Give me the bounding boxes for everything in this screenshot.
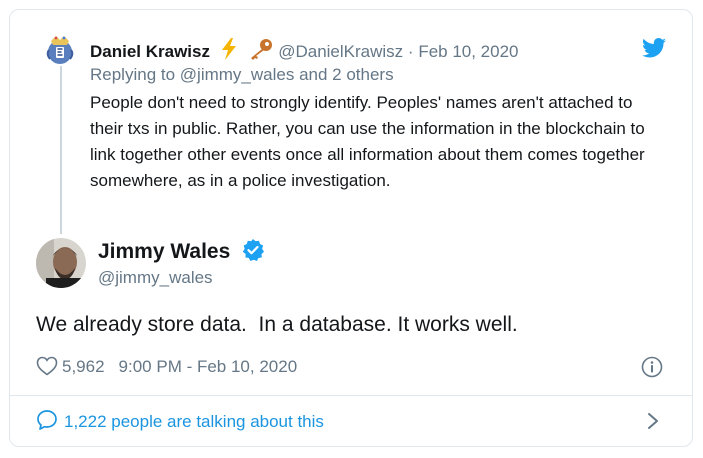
conversation-count-label[interactable]: 1,222 people are talking about this bbox=[64, 412, 324, 431]
twitter-bird-icon[interactable] bbox=[642, 38, 666, 58]
info-circle-icon[interactable] bbox=[641, 356, 663, 378]
avatar-photo bbox=[36, 238, 86, 288]
footer-divider bbox=[10, 395, 692, 396]
main-author-name[interactable]: Jimmy Wales bbox=[98, 240, 230, 263]
reply-date-link[interactable]: Feb 10, 2020 bbox=[418, 42, 518, 61]
jimmy-wales-avatar[interactable] bbox=[36, 238, 86, 288]
heart-outline-icon[interactable] bbox=[36, 356, 58, 376]
tweet-timestamp[interactable]: 9:00 PM - Feb 10, 2020 bbox=[119, 357, 298, 376]
verified-badge-icon bbox=[242, 239, 265, 261]
lightning-emoji-icon bbox=[221, 38, 236, 60]
main-tweet-text: We already store data. In a database. It… bbox=[36, 313, 518, 336]
separator-dot: · bbox=[407, 42, 414, 61]
main-author-handle[interactable]: @jimmy_wales bbox=[98, 267, 213, 289]
thread-connector-line bbox=[60, 66, 62, 234]
reply-author-handle[interactable]: @DanielKrawisz bbox=[278, 42, 403, 61]
tweet-meta-row: 5,962 9:00 PM - Feb 10, 2020 bbox=[36, 355, 297, 379]
reply-tweet-text: People don't need to strongly identify. … bbox=[90, 93, 645, 190]
speech-bubble-icon bbox=[37, 410, 57, 430]
reply-author-name[interactable]: Daniel Krawisz bbox=[90, 42, 210, 61]
replying-prefix: Replying to bbox=[90, 65, 180, 84]
replying-to-line: Replying to @jimmy_wales and 2 others bbox=[90, 64, 394, 86]
chevron-right-icon[interactable] bbox=[646, 412, 660, 430]
replying-user-link[interactable]: @jimmy_wales bbox=[180, 65, 295, 84]
replying-suffix[interactable]: and 2 others bbox=[294, 65, 394, 84]
like-count[interactable]: 5,962 bbox=[62, 357, 105, 376]
main-author-name-row: Jimmy Wales bbox=[98, 239, 265, 265]
reply-tweet-header: Daniel Krawisz @DanielKrawisz · Feb 10, … bbox=[90, 38, 519, 63]
daniel-krawisz-avatar[interactable] bbox=[42, 32, 78, 68]
conversation-link[interactable]: 1,222 people are talking about this bbox=[36, 409, 324, 434]
key-emoji-icon bbox=[251, 39, 273, 60]
